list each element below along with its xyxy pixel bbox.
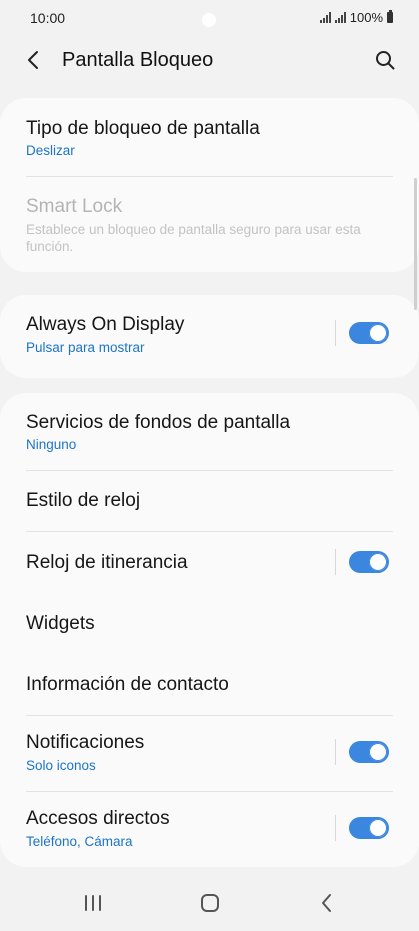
smart-lock-title: Smart Lock xyxy=(26,196,123,217)
camera-cutout xyxy=(202,13,216,27)
battery-icon xyxy=(387,10,393,23)
separator xyxy=(335,815,336,841)
search-icon[interactable] xyxy=(373,48,397,72)
contact-info-title: Información de contacto xyxy=(26,674,229,695)
back-arrow-icon[interactable] xyxy=(22,48,46,72)
smart-lock-item: Smart Lock Establece un bloqueo de panta… xyxy=(0,177,419,272)
lock-type-value: Deslizar xyxy=(26,143,75,158)
aod-toggle[interactable] xyxy=(349,322,389,344)
smart-lock-description: Establece un bloqueo de pantalla seguro … xyxy=(26,222,361,254)
widgets-item[interactable]: Widgets xyxy=(0,593,419,654)
page-title: Pantalla Bloqueo xyxy=(62,49,214,71)
security-card: Tipo de bloqueo de pantalla Deslizar Sma… xyxy=(0,98,419,272)
notifications-title: Notificaciones xyxy=(26,732,145,753)
wallpaper-services-value: Ninguno xyxy=(26,437,77,452)
home-icon[interactable] xyxy=(195,890,225,916)
aod-subtitle: Pulsar para mostrar xyxy=(26,340,145,355)
navigation-bar xyxy=(0,870,419,931)
scrollbar[interactable] xyxy=(414,178,417,310)
app-bar: Pantalla Bloqueo xyxy=(0,38,419,84)
roaming-clock-item[interactable]: Reloj de itinerancia xyxy=(0,532,419,593)
aod-title: Always On Display xyxy=(26,314,185,335)
clock-style-item[interactable]: Estilo de reloj xyxy=(0,471,419,531)
wallpaper-services-title: Servicios de fondos de pantalla xyxy=(26,412,291,433)
roaming-clock-title: Reloj de itinerancia xyxy=(26,552,188,573)
separator xyxy=(335,549,336,575)
contact-info-item[interactable]: Información de contacto xyxy=(0,654,419,715)
status-time: 10:00 xyxy=(30,10,66,26)
shortcuts-item[interactable]: Accesos directos Teléfono, Cámara xyxy=(0,792,419,867)
signal-icon-2 xyxy=(334,12,346,23)
status-icons: 100% xyxy=(319,10,393,25)
recent-apps-icon[interactable] xyxy=(78,890,108,916)
shortcuts-value: Teléfono, Cámara xyxy=(26,834,133,849)
widgets-title: Widgets xyxy=(26,613,95,634)
lock-type-item[interactable]: Tipo de bloqueo de pantalla Deslizar xyxy=(0,98,419,176)
notifications-toggle[interactable] xyxy=(349,741,389,763)
separator xyxy=(335,739,336,765)
separator xyxy=(335,320,336,346)
battery-percentage: 100% xyxy=(349,10,383,25)
settings-card: Servicios de fondos de pantalla Ninguno … xyxy=(0,393,419,867)
nav-back-icon[interactable] xyxy=(312,890,342,916)
roaming-clock-toggle[interactable] xyxy=(349,551,389,573)
lock-type-title: Tipo de bloqueo de pantalla xyxy=(26,118,260,139)
wallpaper-services-item[interactable]: Servicios de fondos de pantalla Ninguno xyxy=(0,393,419,470)
shortcuts-title: Accesos directos xyxy=(26,808,170,829)
shortcuts-toggle[interactable] xyxy=(349,817,389,839)
aod-card: Always On Display Pulsar para mostrar xyxy=(0,295,419,378)
notifications-value: Solo iconos xyxy=(26,758,96,773)
always-on-display-item[interactable]: Always On Display Pulsar para mostrar xyxy=(0,295,419,378)
status-bar: 10:00 100% xyxy=(0,0,419,38)
signal-icon xyxy=(319,12,331,23)
notifications-item[interactable]: Notificaciones Solo iconos xyxy=(0,716,419,791)
clock-style-title: Estilo de reloj xyxy=(26,490,141,511)
